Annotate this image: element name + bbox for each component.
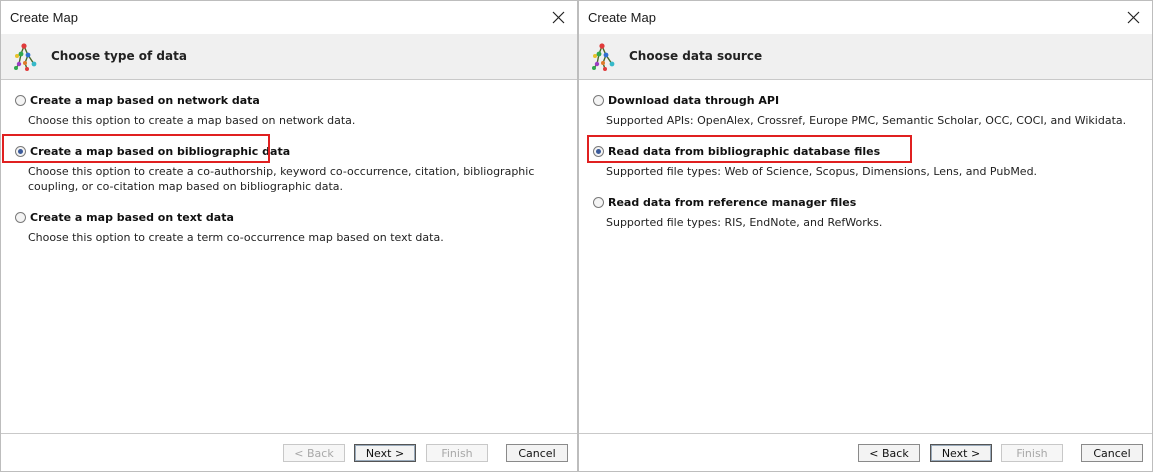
create-map-dialog-left: Create Map Choose type of data Create a … <box>0 0 578 472</box>
radio-button-selected[interactable] <box>15 145 26 157</box>
cancel-button[interactable]: Cancel <box>506 444 568 462</box>
option-description: Choose this option to create a co-author… <box>28 165 535 193</box>
radio-button-selected[interactable] <box>593 145 604 157</box>
back-button[interactable]: < Back <box>283 444 345 462</box>
option-description: Supported file types: Web of Science, Sc… <box>606 165 1038 178</box>
create-map-dialog-right: Create Map Choose data source Download d… <box>578 0 1153 472</box>
window-title: Create Map <box>588 10 656 25</box>
option-label: Read data from reference manager files <box>608 195 857 209</box>
radio-button[interactable] <box>593 196 604 208</box>
option-label: Read data from bibliographic database fi… <box>608 144 881 158</box>
title-bar: Create Map <box>1 1 577 34</box>
window-title: Create Map <box>10 10 78 25</box>
option-description: Supported file types: RIS, EndNote, and … <box>606 216 883 229</box>
option-api: Download data through API Supported APIs… <box>593 92 1140 128</box>
option-label: Create a map based on network data <box>30 93 260 107</box>
close-icon <box>1127 11 1139 23</box>
radio-row[interactable]: Create a map based on text data <box>15 209 565 225</box>
option-bibliographic-data: Create a map based on bibliographic data… <box>15 143 565 194</box>
finish-button[interactable]: Finish <box>1001 444 1063 462</box>
vosviewer-map-icon <box>592 43 615 71</box>
options-panel: Create a map based on network data Choos… <box>1 80 577 433</box>
page-title: Choose data source <box>629 49 763 63</box>
radio-button[interactable] <box>593 94 604 106</box>
option-label: Download data through API <box>608 93 780 107</box>
radio-row[interactable]: Read data from bibliographic database fi… <box>593 143 1140 159</box>
option-description: Choose this option to create a term co-o… <box>28 231 444 244</box>
finish-button[interactable]: Finish <box>426 444 488 462</box>
option-label: Create a map based on bibliographic data <box>30 144 291 158</box>
title-bar: Create Map <box>579 1 1152 34</box>
wizard-header: Choose type of data <box>1 34 577 80</box>
back-button[interactable]: < Back <box>858 444 920 462</box>
radio-button[interactable] <box>15 94 26 106</box>
footer-divider <box>1 433 577 434</box>
close-icon <box>552 11 564 23</box>
option-label: Create a map based on text data <box>30 210 234 224</box>
next-button[interactable]: Next > <box>354 444 416 462</box>
radio-row[interactable]: Download data through API <box>593 92 1140 108</box>
option-reference-manager: Read data from reference manager files S… <box>593 194 1140 230</box>
button-bar: < Back Next > Finish Cancel <box>1 433 577 471</box>
next-button[interactable]: Next > <box>930 444 992 462</box>
radio-row[interactable]: Create a map based on network data <box>15 92 565 108</box>
footer-divider <box>579 433 1152 434</box>
cancel-button[interactable]: Cancel <box>1081 444 1143 462</box>
close-button[interactable] <box>1122 6 1144 28</box>
radio-row[interactable]: Create a map based on bibliographic data <box>15 143 565 159</box>
radio-row[interactable]: Read data from reference manager files <box>593 194 1140 210</box>
option-description: Supported APIs: OpenAlex, Crossref, Euro… <box>606 114 1127 127</box>
page-title: Choose type of data <box>51 49 187 63</box>
radio-button[interactable] <box>15 211 26 223</box>
vosviewer-map-icon <box>14 43 37 71</box>
option-network-data: Create a map based on network data Choos… <box>15 92 565 128</box>
option-database-files: Read data from bibliographic database fi… <box>593 143 1140 179</box>
close-button[interactable] <box>547 6 569 28</box>
button-bar: < Back Next > Finish Cancel <box>579 433 1152 471</box>
options-panel: Download data through API Supported APIs… <box>579 80 1152 433</box>
wizard-header: Choose data source <box>579 34 1152 80</box>
option-description: Choose this option to create a map based… <box>28 114 356 127</box>
option-text-data: Create a map based on text data Choose t… <box>15 209 565 245</box>
